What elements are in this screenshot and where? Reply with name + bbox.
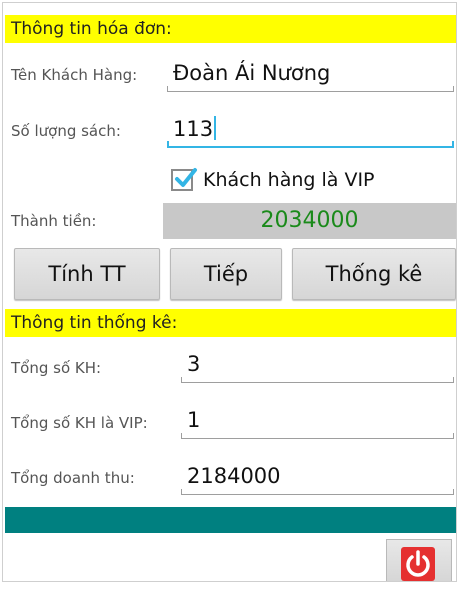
customer-name-label: Tên Khách Hàng: xyxy=(11,66,138,84)
total-amount-label: Thành tiền: xyxy=(11,212,97,230)
statistics-section-header: Thông tin thống kê: xyxy=(5,309,456,337)
customer-name-input[interactable]: Đoàn Ái Nương xyxy=(167,58,454,92)
vip-customers-value: 1 xyxy=(187,408,201,432)
exit-button[interactable] xyxy=(386,539,452,581)
vip-customers-field[interactable]: 1 xyxy=(181,405,454,439)
text-cursor xyxy=(214,116,217,140)
revenue-value: 2184000 xyxy=(187,464,281,488)
power-icon xyxy=(401,547,435,581)
app-window: Thông tin hóa đơn: Tên Khách Hàng: Đoàn … xyxy=(2,2,457,582)
vip-checkbox-label: Khách hàng là VIP xyxy=(203,169,375,191)
revenue-label: Tổng doanh thu: xyxy=(11,469,135,487)
invoice-section-header: Thông tin hóa đơn: xyxy=(5,15,456,43)
vip-checkbox[interactable] xyxy=(171,168,197,191)
bottom-bar xyxy=(5,507,456,533)
total-amount-display: 2034000 xyxy=(163,203,456,239)
total-customers-field[interactable]: 3 xyxy=(181,349,454,383)
book-quantity-input[interactable]: 113 xyxy=(167,114,454,148)
book-quantity-value: 113 xyxy=(173,117,214,141)
vip-checkbox-row[interactable]: Khách hàng là VIP xyxy=(171,163,375,197)
total-customers-value: 3 xyxy=(187,352,201,376)
next-button[interactable]: Tiếp xyxy=(170,248,282,300)
book-quantity-label: Số lượng sách: xyxy=(11,122,121,140)
revenue-field[interactable]: 2184000 xyxy=(181,461,454,495)
vip-customers-label: Tổng số KH là VIP: xyxy=(11,414,148,432)
customer-name-value: Đoàn Ái Nương xyxy=(173,61,331,85)
calculate-button[interactable]: Tính TT xyxy=(14,248,160,300)
total-customers-label: Tổng số KH: xyxy=(11,359,102,377)
statistics-button[interactable]: Thống kê xyxy=(292,248,456,300)
checkmark-icon xyxy=(175,168,197,187)
